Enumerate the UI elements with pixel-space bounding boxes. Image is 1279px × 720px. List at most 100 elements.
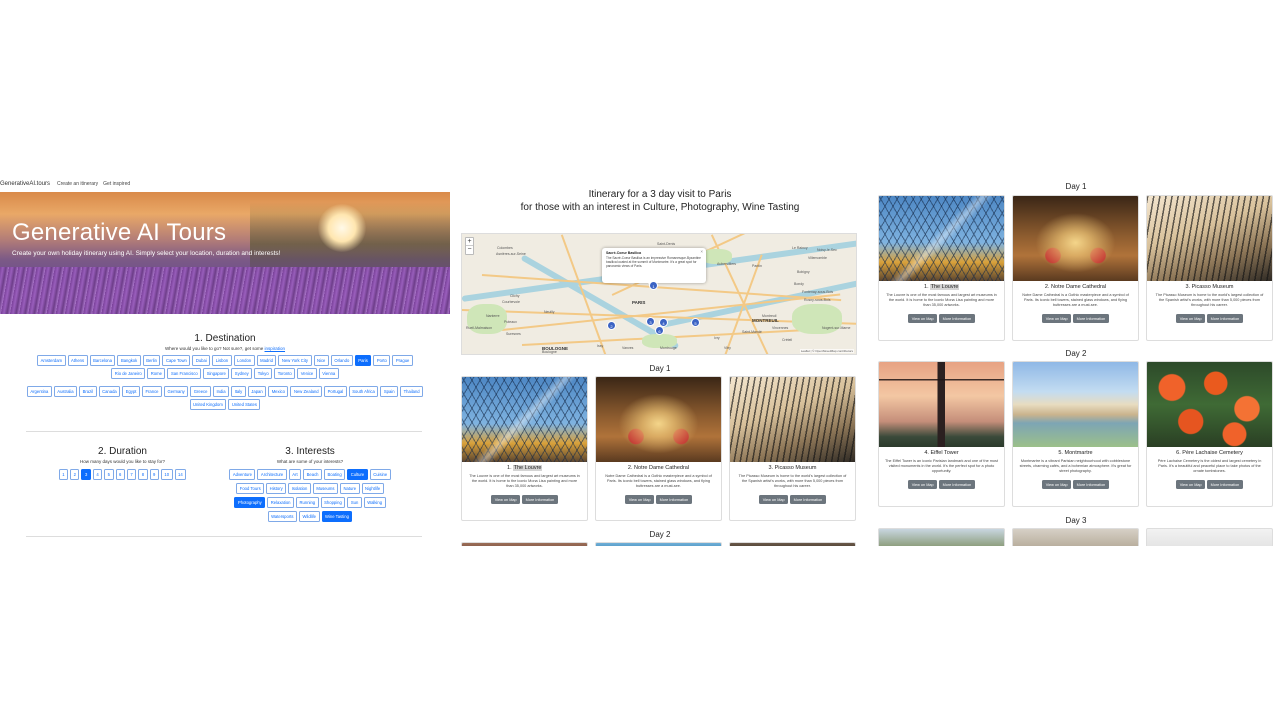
interest-button-relaxation[interactable]: Relaxation — [267, 497, 295, 508]
interest-button-nature[interactable]: Nature — [339, 483, 360, 494]
more-information-button[interactable]: More Information — [939, 480, 975, 489]
country-button-italy[interactable]: Italy — [231, 386, 246, 397]
more-information-button[interactable]: More Information — [522, 495, 558, 504]
zoom-out-button[interactable]: − — [466, 246, 473, 254]
zoom-in-button[interactable]: + — [466, 238, 473, 246]
interest-button-wine-tasting[interactable]: Wine Tasting — [321, 511, 353, 522]
city-button-lisbon[interactable]: Lisbon — [212, 355, 232, 366]
interest-button-photography[interactable]: Photography — [234, 497, 266, 508]
city-button-sydney[interactable]: Sydney — [231, 368, 253, 379]
interest-button-food-tours[interactable]: Food Tours — [236, 483, 265, 494]
interest-button-art[interactable]: Art — [288, 469, 302, 480]
view-on-map-button[interactable]: View on Map — [759, 495, 789, 504]
city-button-venice[interactable]: Venice — [297, 368, 317, 379]
view-on-map-button[interactable]: View on Map — [908, 480, 938, 489]
nav-link-inspired[interactable]: Get inspired — [103, 181, 130, 187]
duration-button-2[interactable]: 2 — [70, 469, 80, 480]
interest-button-walking[interactable]: Walking — [363, 497, 386, 508]
interest-button-isolation[interactable]: Isolation — [288, 483, 311, 494]
itinerary-map[interactable]: Colombes Asnières-sur-Seine Clichy Saint-De… — [461, 233, 857, 355]
country-button-united-states[interactable]: United States — [228, 399, 261, 410]
country-button-brazil[interactable]: Brazil — [79, 386, 97, 397]
view-on-map-button[interactable]: View on Map — [908, 314, 938, 323]
country-button-japan[interactable]: Japan — [247, 386, 267, 397]
map-marker[interactable]: 6 — [655, 326, 664, 335]
country-button-australia[interactable]: Australia — [53, 386, 78, 397]
city-button-prague[interactable]: Prague — [392, 355, 413, 366]
country-button-egypt[interactable]: Egypt — [122, 386, 140, 397]
country-button-france[interactable]: France — [141, 386, 163, 397]
city-button-london[interactable]: London — [233, 355, 255, 366]
duration-button-14[interactable]: 14 — [174, 469, 187, 480]
duration-button-9[interactable]: 9 — [149, 469, 159, 480]
city-button-dubai[interactable]: Dubai — [192, 355, 211, 366]
country-button-spain[interactable]: Spain — [380, 386, 399, 397]
city-button-cape-town[interactable]: Cape Town — [162, 355, 191, 366]
interest-button-cuisine[interactable]: Cuisine — [369, 469, 391, 480]
duration-button-10[interactable]: 10 — [160, 469, 173, 480]
city-button-orlando[interactable]: Orlando — [330, 355, 353, 366]
interest-button-boating[interactable]: Boating — [324, 469, 346, 480]
country-button-portugal[interactable]: Portugal — [324, 386, 347, 397]
interest-button-history[interactable]: History — [266, 483, 287, 494]
interest-button-adventure[interactable]: Adventure — [229, 469, 256, 480]
country-button-south-africa[interactable]: South Africa — [348, 386, 379, 397]
view-on-map-button[interactable]: View on Map — [1042, 314, 1072, 323]
more-information-button[interactable]: More Information — [939, 314, 975, 323]
more-information-button[interactable]: More Information — [790, 495, 826, 504]
country-button-germany[interactable]: Germany — [164, 386, 189, 397]
country-button-united-kingdom[interactable]: United Kingdom — [189, 399, 227, 410]
map-marker[interactable]: 5 — [691, 318, 700, 327]
popup-close-icon[interactable]: × — [700, 249, 703, 254]
country-button-new-zealand[interactable]: New Zealand — [290, 386, 323, 397]
city-button-nice[interactable]: Nice — [313, 355, 329, 366]
map-marker[interactable]: 2 — [607, 321, 616, 330]
duration-button-1[interactable]: 1 — [58, 469, 69, 480]
more-information-button[interactable]: More Information — [1073, 314, 1109, 323]
more-information-button[interactable]: More Information — [1073, 480, 1109, 489]
view-on-map-button[interactable]: View on Map — [491, 495, 521, 504]
interest-button-watersports[interactable]: Watersports — [267, 511, 297, 522]
view-on-map-button[interactable]: View on Map — [1176, 314, 1206, 323]
city-button-paris[interactable]: Paris — [354, 355, 372, 366]
city-button-athens[interactable]: Athens — [67, 355, 88, 366]
view-on-map-button[interactable]: View on Map — [625, 495, 655, 504]
country-button-india[interactable]: India — [212, 386, 230, 397]
view-on-map-button[interactable]: View on Map — [1042, 480, 1072, 489]
country-button-mexico[interactable]: Mexico — [268, 386, 289, 397]
city-button-rome[interactable]: Rome — [147, 368, 166, 379]
city-button-vienna[interactable]: Vienna — [318, 368, 339, 379]
interest-button-shopping[interactable]: Shopping — [320, 497, 346, 508]
duration-button-8[interactable]: 8 — [138, 469, 148, 480]
duration-button-3[interactable]: 3 — [81, 469, 91, 480]
interest-button-beach[interactable]: Beach — [303, 469, 322, 480]
city-button-new-york-city[interactable]: New York City — [278, 355, 312, 366]
interest-button-sun[interactable]: Sun — [347, 497, 362, 508]
more-information-button[interactable]: More Information — [1207, 314, 1243, 323]
country-button-thailand[interactable]: Thailand — [400, 386, 424, 397]
more-information-button[interactable]: More Information — [656, 495, 692, 504]
city-button-madrid[interactable]: Madrid — [256, 355, 277, 366]
map-marker[interactable]: 3 — [646, 317, 655, 326]
city-button-porto[interactable]: Porto — [373, 355, 391, 366]
interest-button-running[interactable]: Running — [296, 497, 319, 508]
country-button-argentina[interactable]: Argentina — [26, 386, 52, 397]
inspiration-link[interactable]: inspiration — [265, 346, 286, 351]
brand-link[interactable]: GenerativeAI.tours — [0, 181, 50, 187]
view-on-map-button[interactable]: View on Map — [1176, 480, 1206, 489]
city-button-amsterdam[interactable]: Amsterdam — [37, 355, 66, 366]
duration-button-7[interactable]: 7 — [126, 469, 137, 480]
city-button-toronto[interactable]: Toronto — [274, 368, 296, 379]
interest-button-wildlife[interactable]: Wildlife — [299, 511, 320, 522]
interest-button-nightlife[interactable]: Nightlife — [361, 483, 384, 494]
country-button-canada[interactable]: Canada — [98, 386, 121, 397]
interest-button-culture[interactable]: Culture — [347, 469, 368, 480]
interest-button-architecture[interactable]: Architecture — [257, 469, 287, 480]
city-button-san-francisco[interactable]: San Francisco — [167, 368, 202, 379]
country-button-greece[interactable]: Greece — [190, 386, 211, 397]
city-button-berlin[interactable]: Berlin — [142, 355, 161, 366]
city-button-singapore[interactable]: Singapore — [203, 368, 230, 379]
duration-button-4[interactable]: 4 — [92, 469, 103, 480]
city-button-tokyo[interactable]: Tokyo — [254, 368, 273, 379]
map-marker[interactable]: 1 — [649, 281, 658, 290]
